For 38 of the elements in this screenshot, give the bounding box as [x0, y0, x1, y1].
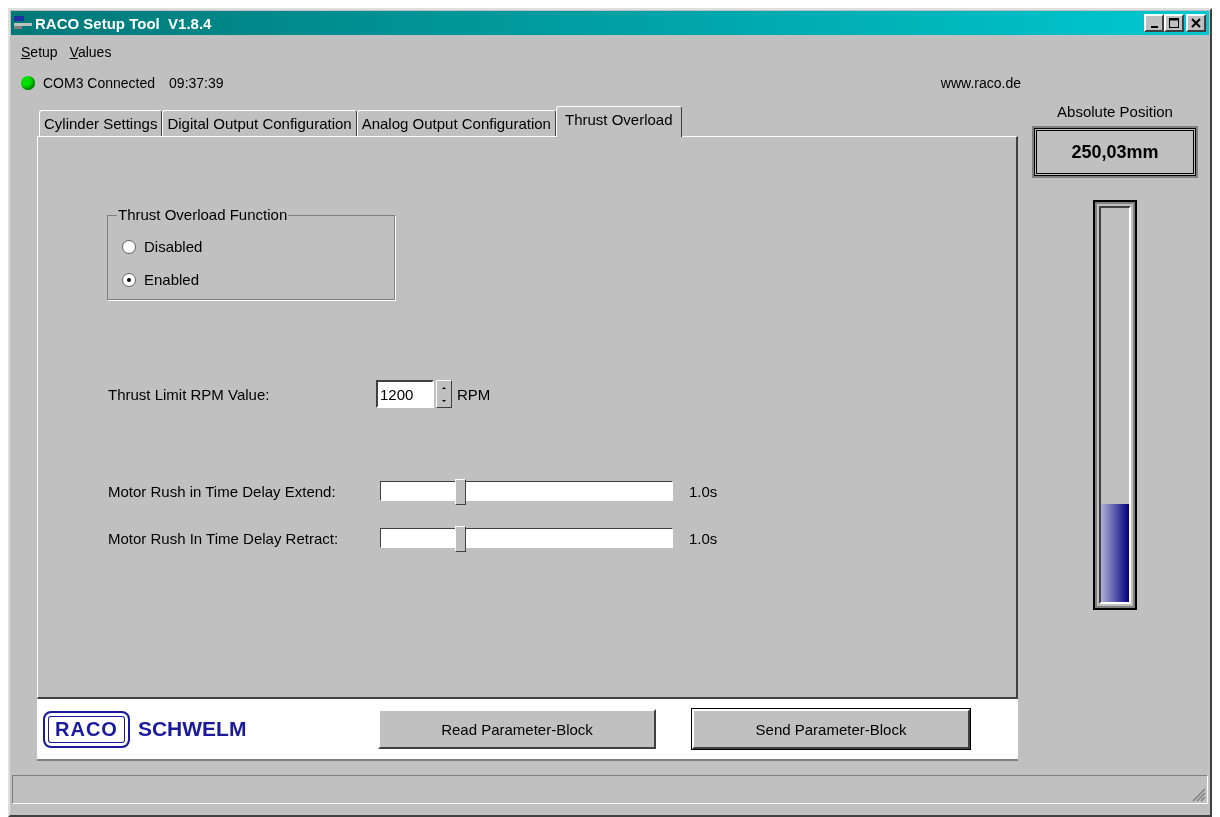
position-value: 250,03mm — [1071, 141, 1159, 163]
radio-button[interactable] — [122, 239, 136, 254]
minimize-button[interactable] — [1144, 14, 1164, 32]
slider-thumb[interactable] — [454, 526, 466, 552]
unit-label: RPM — [457, 385, 491, 403]
menu-item[interactable]: Values — [69, 44, 112, 66]
slider-reading: 1.0s — [689, 482, 718, 500]
position-title: Absolute Position — [1057, 103, 1173, 120]
maximize-icon — [1169, 18, 1179, 28]
connection-status: COM3 Connected — [43, 75, 156, 91]
tab[interactable]: Digital Output Configuration — [162, 110, 357, 136]
app-icon — [14, 16, 32, 30]
group-title: Thrust Overload Function — [117, 206, 289, 223]
website-text: www.raco.de — [940, 75, 1021, 91]
minimize-icon — [1150, 25, 1158, 28]
spin-buttons[interactable] — [436, 380, 452, 408]
maximize-button[interactable] — [1164, 14, 1184, 32]
radio-label[interactable]: Enabled — [144, 271, 200, 288]
slider-thumb[interactable] — [454, 479, 466, 505]
field-label: Thrust Limit RPM Value: — [108, 385, 271, 403]
slider-reading: 1.0s — [689, 529, 718, 547]
radio-label[interactable]: Disabled — [144, 238, 203, 255]
close-button[interactable] — [1186, 14, 1206, 32]
menu-item[interactable]: Setup — [21, 44, 58, 66]
connection-time: 09:37:39 — [169, 75, 224, 91]
rpm-input-field[interactable]: 1200 — [376, 380, 434, 408]
radio-button[interactable] — [122, 272, 136, 287]
parameter-button[interactable]: Send Parameter-Block — [692, 709, 970, 749]
tab[interactable]: Cylinder Settings — [39, 110, 163, 136]
logo-badge: RACO — [43, 710, 130, 748]
close-icon — [1191, 18, 1201, 28]
slider-label: Motor Rush In Time Delay Retract: — [108, 529, 340, 547]
slider-label: Motor Rush in Time Delay Extend: — [108, 482, 337, 500]
tab[interactable]: Analog Output Configuration — [356, 110, 556, 136]
window-title: RACO Setup Tool V1.8.4 — [35, 14, 212, 32]
logo-text: SCHWELM — [137, 717, 247, 741]
tab[interactable]: Thrust Overload — [555, 106, 682, 137]
parameter-button[interactable]: Read Parameter-Block — [378, 709, 656, 749]
